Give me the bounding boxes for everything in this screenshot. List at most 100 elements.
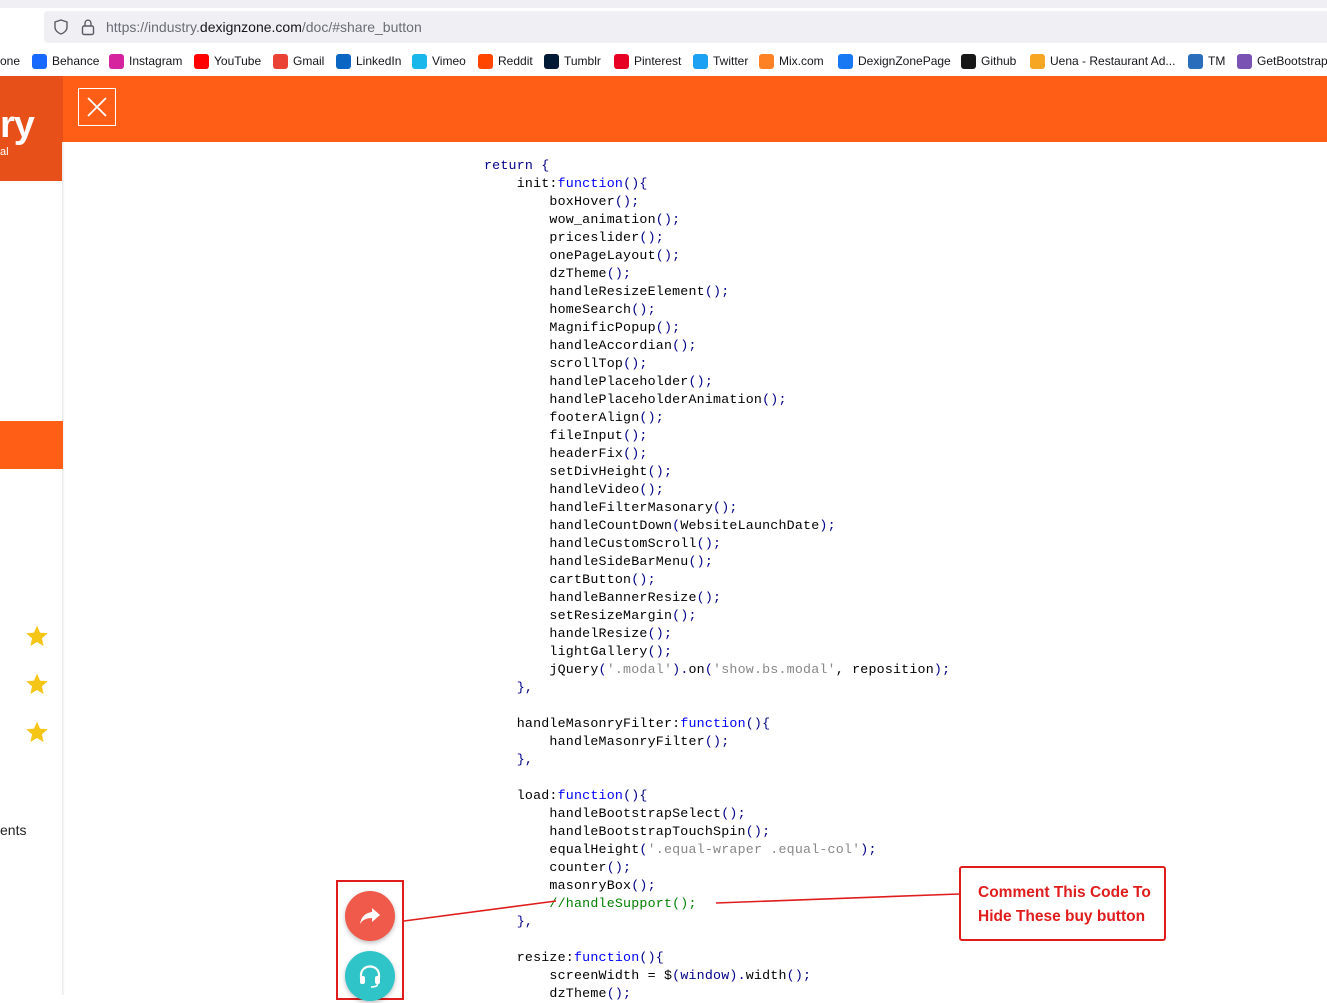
code-line: return {: [484, 157, 950, 175]
code-token: ();: [623, 356, 648, 371]
bookmark-label: Github: [981, 54, 1017, 68]
bookmark-item[interactable]: Tumblr: [544, 53, 601, 69]
code-line: priceslider();: [484, 229, 950, 247]
vimeo-icon: [412, 53, 427, 69]
code-token: fileInput: [484, 428, 624, 443]
close-icon: [87, 97, 107, 117]
code-line: boxHover();: [484, 193, 950, 211]
bookmark-item[interactable]: TM: [1188, 53, 1225, 69]
code-token: handlePlaceholder: [484, 374, 689, 389]
bookmark-item[interactable]: Reddit: [478, 53, 533, 69]
code-token: );: [860, 842, 877, 857]
code-token: ();: [647, 464, 673, 479]
code-line: handlePlaceholderAnimation();: [484, 391, 950, 409]
support-button[interactable]: [345, 951, 395, 1001]
bookmark-item[interactable]: Twitter: [693, 53, 748, 69]
code-line: counter();: [484, 859, 950, 877]
bookmark-item[interactable]: Pinterest: [614, 53, 681, 69]
code-token: ();: [655, 212, 681, 227]
code-token: handleCustomScroll: [484, 536, 697, 551]
code-token: ).: [729, 968, 746, 983]
code-line: wow_animation();: [484, 211, 950, 229]
bookmark-label: Uena - Restaurant Ad...: [1050, 54, 1176, 68]
annotation-callout: Comment This Code To Hide These buy butt…: [959, 866, 1166, 941]
code-line: screenWidth = $(window).width();: [484, 967, 950, 985]
code-token: handleVideo: [484, 482, 640, 497]
close-button[interactable]: [78, 88, 116, 126]
annotation-line-1: Comment This Code To: [978, 884, 1151, 901]
bookmark-label: one: [0, 54, 21, 68]
code-token: ();: [639, 230, 664, 245]
code-token: width: [745, 968, 787, 983]
code-token: ();: [655, 248, 681, 263]
bookmark-label: Gmail: [293, 54, 325, 68]
lock-icon[interactable]: [80, 18, 96, 36]
bootstrap-icon: [1237, 53, 1252, 69]
code-token: handlePlaceholderAnimation: [484, 392, 763, 407]
bookmark-item[interactable]: Behance: [32, 53, 99, 69]
star-icon: [26, 625, 48, 646]
bookmark-item[interactable]: Vimeo: [412, 53, 466, 69]
code-line: },: [484, 751, 950, 769]
bookmark-label: Behance: [52, 54, 100, 68]
code-token: scrollTop: [484, 356, 624, 371]
code-token: ();: [614, 194, 640, 209]
code-token: setResizeMargin: [484, 608, 673, 623]
code-token: ();: [713, 500, 738, 515]
code-token: handleMasonryFilter:: [484, 716, 681, 731]
code-line: MagnificPopup();: [484, 319, 950, 337]
code-token: window: [680, 968, 730, 983]
code-line: headerFix();: [484, 445, 950, 463]
code-token: ();: [704, 284, 730, 299]
code-line: fileInput();: [484, 427, 950, 445]
bookmark-item[interactable]: one: [0, 53, 20, 69]
bookmark-item[interactable]: GetBootstrap: [1237, 53, 1327, 69]
code-token: homeSearch: [484, 302, 632, 317]
bookmark-label: Vimeo: [432, 54, 466, 68]
code-token: ();: [606, 266, 632, 281]
bookmark-item[interactable]: YouTube: [194, 53, 261, 69]
code-line: onePageLayout();: [484, 247, 950, 265]
code-token: ();: [623, 446, 648, 461]
gmail-icon: [273, 53, 288, 69]
code-line: handleFilterMasonary();: [484, 499, 950, 517]
code-token: ();: [639, 410, 664, 425]
code-line: dzTheme();: [484, 265, 950, 283]
code-token: ();: [631, 302, 656, 317]
bookmark-item[interactable]: Github: [961, 53, 1016, 69]
code-line: resize:function(){: [484, 949, 950, 967]
code-token: masonryBox: [484, 878, 632, 893]
code-token: ();: [672, 338, 697, 353]
code-token: wow_animation: [484, 212, 656, 227]
bookmark-label: TM: [1208, 54, 1226, 68]
mix-icon: [759, 53, 774, 69]
share-button[interactable]: [345, 891, 395, 941]
bookmark-label: Tumblr: [564, 54, 601, 68]
bookmark-item[interactable]: Mix.com: [759, 53, 824, 69]
browser-top-strip: [0, 0, 1327, 8]
bookmark-label: LinkedIn: [356, 54, 402, 68]
code-line: lightGallery();: [484, 643, 950, 661]
bookmark-item[interactable]: Instagram: [109, 53, 182, 69]
sidebar-logo-text: ry: [0, 104, 35, 146]
annotation-line-2: Hide These buy button: [978, 908, 1146, 925]
code-token: counter: [484, 860, 607, 875]
facebook-icon: [838, 53, 853, 69]
code-token: resize:: [484, 950, 574, 965]
bookmark-item[interactable]: DexignZonePage: [838, 53, 951, 69]
code-token: ();: [606, 860, 632, 875]
url-text[interactable]: https://industry.dexignzone.com/doc/#sha…: [106, 19, 422, 35]
bookmark-item[interactable]: LinkedIn: [336, 53, 401, 69]
code-line: homeSearch();: [484, 301, 950, 319]
sidebar-active-item[interactable]: [0, 421, 63, 469]
code-token: ();: [606, 986, 632, 1001]
code-token: ();: [672, 608, 697, 623]
bookmark-item[interactable]: Gmail: [273, 53, 324, 69]
code-token: ).: [672, 662, 689, 677]
bookmark-label: Reddit: [498, 54, 533, 68]
code-token: (: [704, 662, 714, 677]
shield-icon[interactable]: [53, 19, 69, 35]
bookmark-item[interactable]: Uena - Restaurant Ad...: [1030, 53, 1175, 69]
code-line: dzTheme();: [484, 985, 950, 1003]
code-token: handleBootstrapTouchSpin: [484, 824, 746, 839]
